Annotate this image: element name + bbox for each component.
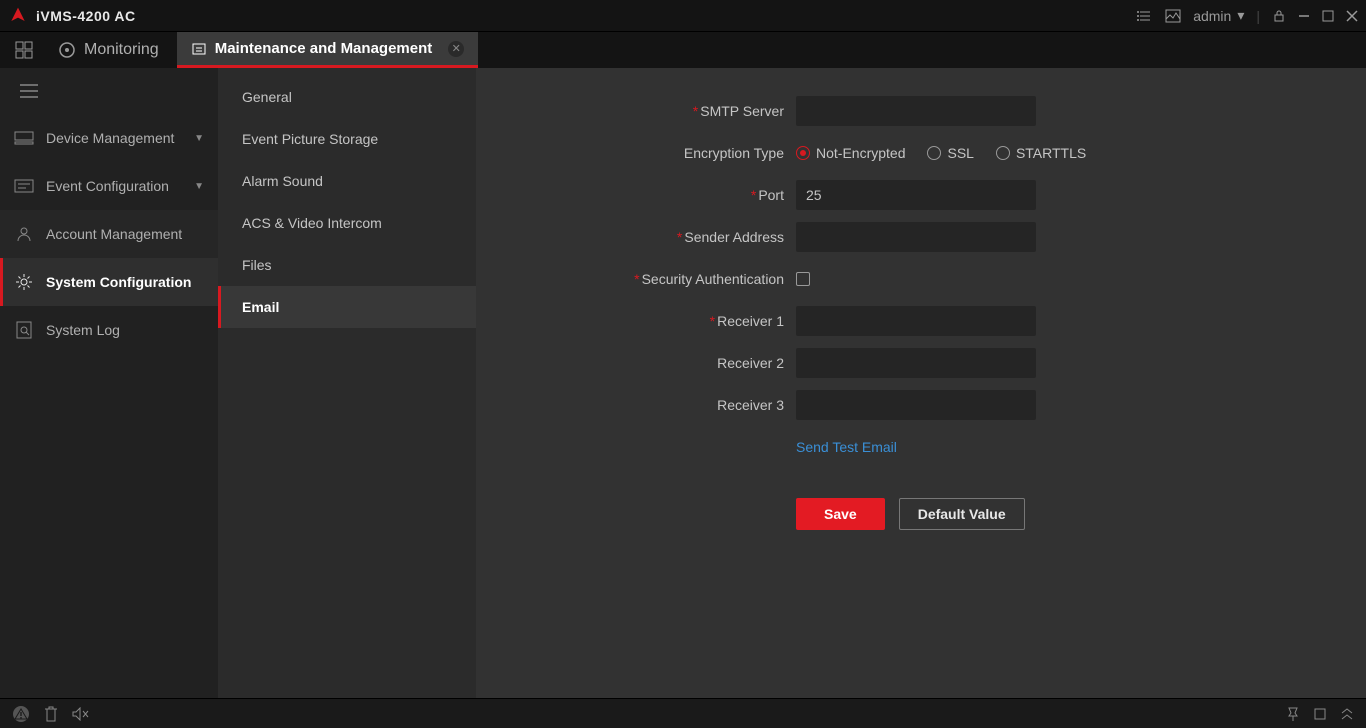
image-icon[interactable] (1165, 8, 1181, 24)
subnav-alarm-sound[interactable]: Alarm Sound (218, 160, 476, 202)
tab-strip: Monitoring Maintenance and Management ✕ (0, 32, 1366, 68)
tab-maintenance[interactable]: Maintenance and Management ✕ (177, 32, 479, 68)
close-icon[interactable] (1346, 10, 1358, 22)
label-receiver1: *Receiver 1 (476, 313, 796, 329)
label-encryption-type: Encryption Type (476, 145, 796, 161)
event-icon (14, 176, 34, 196)
sidebar-item-label: Account Management (46, 226, 182, 242)
input-receiver3[interactable] (796, 390, 1036, 420)
sidebar-item-label: System Log (46, 322, 120, 338)
subnav-acs-video-intercom[interactable]: ACS & Video Intercom (218, 202, 476, 244)
user-dropdown[interactable]: admin ▾ (1193, 7, 1244, 24)
link-send-test-email[interactable]: Send Test Email (796, 439, 897, 455)
expand-up-icon[interactable] (1340, 708, 1354, 720)
monitoring-icon (58, 41, 76, 59)
chevron-down-icon: ▾ (1237, 7, 1244, 24)
sidebar-item-event-configuration[interactable]: Event Configuration ▼ (0, 162, 218, 210)
label-receiver2: Receiver 2 (476, 355, 796, 371)
subnav-general[interactable]: General (218, 76, 476, 118)
sidebar-item-device-management[interactable]: Device Management ▼ (0, 114, 218, 162)
pin-icon[interactable] (1286, 707, 1300, 721)
user-name: admin (1193, 8, 1231, 24)
log-icon (14, 320, 34, 340)
radio-starttls[interactable]: STARTTLS (996, 145, 1086, 161)
sidebar-item-label: Device Management (46, 130, 174, 146)
trash-icon[interactable] (44, 706, 58, 722)
mute-icon[interactable] (72, 707, 90, 721)
maintenance-icon (191, 41, 207, 57)
tab-monitoring-label: Monitoring (84, 41, 159, 59)
gear-icon (14, 272, 34, 292)
tab-close-icon[interactable]: ✕ (448, 41, 464, 57)
lock-icon[interactable] (1272, 9, 1286, 23)
app-title: iVMS-4200 AC (36, 8, 136, 24)
input-port[interactable] (796, 180, 1036, 210)
primary-sidebar: Device Management ▼ Event Configuration … (0, 68, 218, 698)
app-logo-icon (8, 6, 28, 26)
save-button[interactable]: Save (796, 498, 885, 530)
subnav-event-picture-storage[interactable]: Event Picture Storage (218, 118, 476, 160)
chevron-down-icon: ▼ (194, 181, 204, 192)
label-port: *Port (476, 187, 796, 203)
label-smtp-server: *SMTP Server (476, 103, 796, 119)
content-area: *SMTP Server Encryption Type Not-Encrypt… (476, 68, 1366, 698)
restore-icon[interactable] (1314, 708, 1326, 720)
radio-not-encrypted[interactable]: Not-Encrypted (796, 145, 905, 161)
checkbox-security-auth[interactable] (796, 272, 810, 286)
secondary-sidebar: General Event Picture Storage Alarm Soun… (218, 68, 476, 698)
device-icon (14, 128, 34, 148)
tab-monitoring[interactable]: Monitoring (40, 32, 177, 68)
radio-ssl[interactable]: SSL (927, 145, 973, 161)
input-receiver2[interactable] (796, 348, 1036, 378)
sidebar-item-label: Event Configuration (46, 178, 169, 194)
sidebar-item-system-log[interactable]: System Log (0, 306, 218, 354)
chevron-down-icon: ▼ (194, 133, 204, 144)
subnav-email[interactable]: Email (218, 286, 476, 328)
grid-view-icon[interactable] (8, 32, 40, 68)
tab-maintenance-label: Maintenance and Management (215, 40, 433, 57)
label-security-auth: *Security Authentication (476, 271, 796, 287)
input-sender-address[interactable] (796, 222, 1036, 252)
sidebar-item-account-management[interactable]: Account Management (0, 210, 218, 258)
sidebar-item-system-configuration[interactable]: System Configuration (0, 258, 218, 306)
default-value-button[interactable]: Default Value (899, 498, 1025, 530)
label-receiver3: Receiver 3 (476, 397, 796, 413)
status-bar (0, 698, 1366, 728)
list-icon[interactable] (1137, 8, 1153, 24)
sidebar-item-label: System Configuration (46, 274, 191, 290)
title-bar: iVMS-4200 AC admin ▾ | (0, 0, 1366, 32)
maximize-icon[interactable] (1322, 10, 1334, 22)
input-receiver1[interactable] (796, 306, 1036, 336)
input-smtp-server[interactable] (796, 96, 1036, 126)
user-icon (14, 224, 34, 244)
label-sender-address: *Sender Address (476, 229, 796, 245)
alert-icon[interactable] (12, 705, 30, 723)
hamburger-icon[interactable] (0, 68, 218, 114)
subnav-files[interactable]: Files (218, 244, 476, 286)
minimize-icon[interactable] (1298, 10, 1310, 22)
